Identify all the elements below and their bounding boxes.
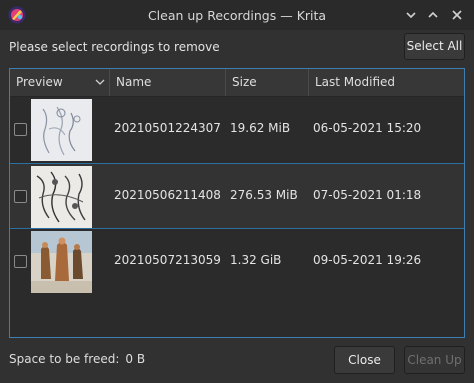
recording-last-modified: 07-05-2021 01:18	[313, 188, 422, 202]
column-header-size[interactable]: Size	[226, 69, 309, 96]
recording-last-modified: 06-05-2021 15:20	[313, 121, 422, 135]
chevron-up-icon	[428, 11, 438, 18]
recordings-table: Preview Name Size Last Modified 20210501…	[9, 68, 465, 338]
recording-thumbnail	[31, 166, 92, 228]
column-header-label: Preview	[16, 75, 63, 89]
chevron-down-icon	[95, 79, 105, 85]
recording-last-modified: 09-05-2021 19:26	[313, 253, 422, 267]
chevron-down-icon	[406, 12, 416, 19]
recording-thumbnail	[31, 231, 92, 293]
recording-size: 276.53 MiB	[230, 188, 298, 202]
space-freed-status: Space to be freed: 0 B	[9, 352, 151, 366]
title-bar: Clean up Recordings — Krita	[0, 0, 474, 30]
recording-name: 20210506211408	[114, 188, 221, 202]
table-header: Preview Name Size Last Modified	[10, 69, 464, 97]
instruction-text: Please select recordings to remove	[9, 40, 220, 54]
close-window-button[interactable]	[448, 6, 466, 24]
column-header-preview[interactable]: Preview	[10, 69, 110, 96]
clean-up-button[interactable]: Clean Up	[404, 346, 465, 374]
recording-size: 19.62 MiB	[230, 121, 291, 135]
select-all-button[interactable]: Select All	[404, 33, 465, 60]
space-freed-label: Space to be freed:	[9, 352, 120, 366]
table-row[interactable]: 20210507213059 1.32 GiB 09-05-2021 19:26	[10, 229, 464, 295]
table-row[interactable]: 20210501224307 19.62 MiB 06-05-2021 15:2…	[10, 97, 464, 163]
maximize-button[interactable]	[424, 6, 442, 24]
column-header-name[interactable]: Name	[110, 69, 226, 96]
recording-size: 1.32 GiB	[230, 253, 282, 267]
row-checkbox[interactable]	[14, 190, 27, 203]
row-checkbox[interactable]	[14, 255, 27, 268]
table-row[interactable]: 20210506211408 276.53 MiB 07-05-2021 01:…	[10, 163, 464, 229]
recording-name: 20210507213059	[114, 253, 221, 267]
column-header-last-modified[interactable]: Last Modified	[309, 69, 464, 96]
space-freed-value: 0 B	[125, 352, 146, 366]
recording-thumbnail	[31, 99, 92, 161]
close-button[interactable]: Close	[334, 346, 395, 374]
recording-name: 20210501224307	[114, 121, 221, 135]
close-icon	[452, 10, 462, 20]
row-checkbox[interactable]	[14, 123, 27, 136]
minimize-button[interactable]	[402, 6, 420, 24]
